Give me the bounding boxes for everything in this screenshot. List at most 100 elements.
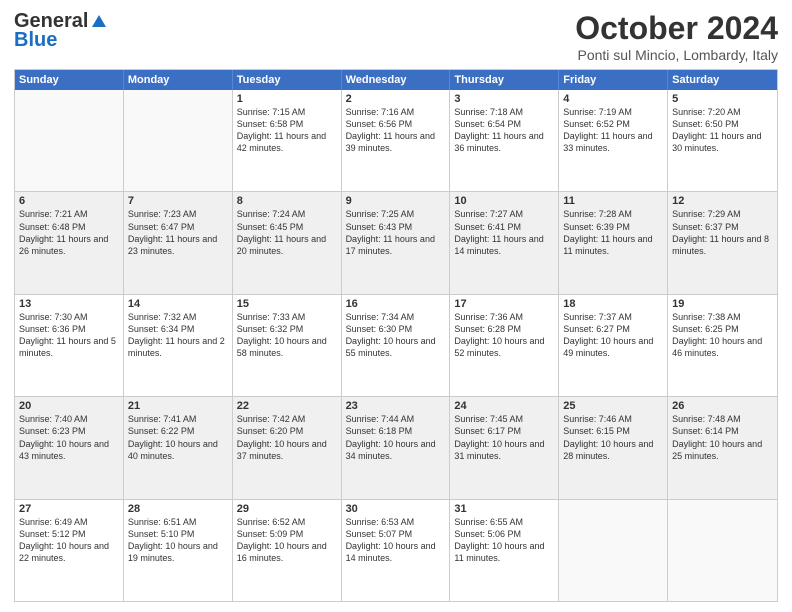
day-cell-row1-col5: 3Sunrise: 7:18 AMSunset: 6:54 PMDaylight… bbox=[450, 90, 559, 191]
day-cell-row3-col4: 16Sunrise: 7:34 AMSunset: 6:30 PMDayligh… bbox=[342, 295, 451, 396]
day-cell-row4-col5: 24Sunrise: 7:45 AMSunset: 6:17 PMDayligh… bbox=[450, 397, 559, 498]
day-info: Sunrise: 7:16 AMSunset: 6:56 PMDaylight:… bbox=[346, 106, 446, 155]
day-cell-row4-col2: 21Sunrise: 7:41 AMSunset: 6:22 PMDayligh… bbox=[124, 397, 233, 498]
day-info: Sunrise: 7:33 AMSunset: 6:32 PMDaylight:… bbox=[237, 311, 337, 360]
day-info: Sunrise: 6:53 AMSunset: 5:07 PMDaylight:… bbox=[346, 516, 446, 565]
col-header-monday: Monday bbox=[124, 70, 233, 90]
day-info: Sunrise: 6:49 AMSunset: 5:12 PMDaylight:… bbox=[19, 516, 119, 565]
day-info: Sunrise: 7:23 AMSunset: 6:47 PMDaylight:… bbox=[128, 208, 228, 257]
day-info: Sunrise: 7:37 AMSunset: 6:27 PMDaylight:… bbox=[563, 311, 663, 360]
day-info: Sunrise: 7:38 AMSunset: 6:25 PMDaylight:… bbox=[672, 311, 773, 360]
day-number: 17 bbox=[454, 298, 554, 310]
day-cell-row5-col2: 28Sunrise: 6:51 AMSunset: 5:10 PMDayligh… bbox=[124, 500, 233, 601]
day-number: 14 bbox=[128, 298, 228, 310]
day-info: Sunrise: 7:34 AMSunset: 6:30 PMDaylight:… bbox=[346, 311, 446, 360]
day-info: Sunrise: 7:40 AMSunset: 6:23 PMDaylight:… bbox=[19, 413, 119, 462]
day-number: 23 bbox=[346, 400, 446, 412]
day-info: Sunrise: 7:20 AMSunset: 6:50 PMDaylight:… bbox=[672, 106, 773, 155]
day-cell-row1-col6: 4Sunrise: 7:19 AMSunset: 6:52 PMDaylight… bbox=[559, 90, 668, 191]
day-cell-row1-col3: 1Sunrise: 7:15 AMSunset: 6:58 PMDaylight… bbox=[233, 90, 342, 191]
col-header-friday: Friday bbox=[559, 70, 668, 90]
day-number: 12 bbox=[672, 195, 773, 207]
calendar-row-1: 1Sunrise: 7:15 AMSunset: 6:58 PMDaylight… bbox=[15, 90, 777, 192]
day-number: 26 bbox=[672, 400, 773, 412]
day-cell-row4-col1: 20Sunrise: 7:40 AMSunset: 6:23 PMDayligh… bbox=[15, 397, 124, 498]
day-number: 24 bbox=[454, 400, 554, 412]
day-number: 10 bbox=[454, 195, 554, 207]
day-cell-row2-col6: 11Sunrise: 7:28 AMSunset: 6:39 PMDayligh… bbox=[559, 192, 668, 293]
day-info: Sunrise: 7:15 AMSunset: 6:58 PMDaylight:… bbox=[237, 106, 337, 155]
page: General Blue October 2024 Ponti sul Minc… bbox=[0, 0, 792, 612]
day-info: Sunrise: 7:32 AMSunset: 6:34 PMDaylight:… bbox=[128, 311, 228, 360]
day-number: 3 bbox=[454, 93, 554, 105]
day-cell-row1-col4: 2Sunrise: 7:16 AMSunset: 6:56 PMDaylight… bbox=[342, 90, 451, 191]
day-cell-row2-col2: 7Sunrise: 7:23 AMSunset: 6:47 PMDaylight… bbox=[124, 192, 233, 293]
day-info: Sunrise: 7:25 AMSunset: 6:43 PMDaylight:… bbox=[346, 208, 446, 257]
day-info: Sunrise: 7:36 AMSunset: 6:28 PMDaylight:… bbox=[454, 311, 554, 360]
day-number: 15 bbox=[237, 298, 337, 310]
day-number: 5 bbox=[672, 93, 773, 105]
day-cell-row3-col3: 15Sunrise: 7:33 AMSunset: 6:32 PMDayligh… bbox=[233, 295, 342, 396]
calendar-header: SundayMondayTuesdayWednesdayThursdayFrid… bbox=[15, 70, 777, 90]
day-number: 9 bbox=[346, 195, 446, 207]
col-header-sunday: Sunday bbox=[15, 70, 124, 90]
day-info: Sunrise: 6:55 AMSunset: 5:06 PMDaylight:… bbox=[454, 516, 554, 565]
day-info: Sunrise: 7:44 AMSunset: 6:18 PMDaylight:… bbox=[346, 413, 446, 462]
day-number: 11 bbox=[563, 195, 663, 207]
day-info: Sunrise: 7:29 AMSunset: 6:37 PMDaylight:… bbox=[672, 208, 773, 257]
day-cell-row5-col4: 30Sunrise: 6:53 AMSunset: 5:07 PMDayligh… bbox=[342, 500, 451, 601]
day-number: 7 bbox=[128, 195, 228, 207]
calendar-row-2: 6Sunrise: 7:21 AMSunset: 6:48 PMDaylight… bbox=[15, 192, 777, 294]
day-number: 21 bbox=[128, 400, 228, 412]
calendar: SundayMondayTuesdayWednesdayThursdayFrid… bbox=[14, 69, 778, 602]
day-number: 22 bbox=[237, 400, 337, 412]
day-cell-row3-col7: 19Sunrise: 7:38 AMSunset: 6:25 PMDayligh… bbox=[668, 295, 777, 396]
logo-icon bbox=[90, 13, 108, 31]
col-header-wednesday: Wednesday bbox=[342, 70, 451, 90]
day-info: Sunrise: 7:21 AMSunset: 6:48 PMDaylight:… bbox=[19, 208, 119, 257]
day-info: Sunrise: 7:42 AMSunset: 6:20 PMDaylight:… bbox=[237, 413, 337, 462]
day-cell-row4-col6: 25Sunrise: 7:46 AMSunset: 6:15 PMDayligh… bbox=[559, 397, 668, 498]
day-cell-row5-col3: 29Sunrise: 6:52 AMSunset: 5:09 PMDayligh… bbox=[233, 500, 342, 601]
day-number: 13 bbox=[19, 298, 119, 310]
day-info: Sunrise: 7:24 AMSunset: 6:45 PMDaylight:… bbox=[237, 208, 337, 257]
day-number: 2 bbox=[346, 93, 446, 105]
day-number: 8 bbox=[237, 195, 337, 207]
location-title: Ponti sul Mincio, Lombardy, Italy bbox=[575, 47, 778, 63]
day-cell-row5-col7 bbox=[668, 500, 777, 601]
day-cell-row2-col3: 8Sunrise: 7:24 AMSunset: 6:45 PMDaylight… bbox=[233, 192, 342, 293]
calendar-row-5: 27Sunrise: 6:49 AMSunset: 5:12 PMDayligh… bbox=[15, 500, 777, 601]
day-cell-row2-col1: 6Sunrise: 7:21 AMSunset: 6:48 PMDaylight… bbox=[15, 192, 124, 293]
day-number: 25 bbox=[563, 400, 663, 412]
day-cell-row1-col2 bbox=[124, 90, 233, 191]
day-number: 29 bbox=[237, 503, 337, 515]
day-number: 4 bbox=[563, 93, 663, 105]
day-number: 27 bbox=[19, 503, 119, 515]
day-info: Sunrise: 7:45 AMSunset: 6:17 PMDaylight:… bbox=[454, 413, 554, 462]
month-title: October 2024 bbox=[575, 10, 778, 47]
day-cell-row3-col6: 18Sunrise: 7:37 AMSunset: 6:27 PMDayligh… bbox=[559, 295, 668, 396]
day-cell-row5-col5: 31Sunrise: 6:55 AMSunset: 5:06 PMDayligh… bbox=[450, 500, 559, 601]
day-cell-row2-col5: 10Sunrise: 7:27 AMSunset: 6:41 PMDayligh… bbox=[450, 192, 559, 293]
calendar-row-3: 13Sunrise: 7:30 AMSunset: 6:36 PMDayligh… bbox=[15, 295, 777, 397]
day-cell-row3-col5: 17Sunrise: 7:36 AMSunset: 6:28 PMDayligh… bbox=[450, 295, 559, 396]
logo: General Blue bbox=[14, 10, 108, 52]
day-cell-row2-col4: 9Sunrise: 7:25 AMSunset: 6:43 PMDaylight… bbox=[342, 192, 451, 293]
day-number: 1 bbox=[237, 93, 337, 105]
col-header-saturday: Saturday bbox=[668, 70, 777, 90]
day-info: Sunrise: 7:48 AMSunset: 6:14 PMDaylight:… bbox=[672, 413, 773, 462]
header: General Blue October 2024 Ponti sul Minc… bbox=[14, 10, 778, 63]
day-cell-row2-col7: 12Sunrise: 7:29 AMSunset: 6:37 PMDayligh… bbox=[668, 192, 777, 293]
col-header-thursday: Thursday bbox=[450, 70, 559, 90]
day-info: Sunrise: 7:19 AMSunset: 6:52 PMDaylight:… bbox=[563, 106, 663, 155]
day-info: Sunrise: 7:41 AMSunset: 6:22 PMDaylight:… bbox=[128, 413, 228, 462]
day-number: 31 bbox=[454, 503, 554, 515]
day-number: 20 bbox=[19, 400, 119, 412]
col-header-tuesday: Tuesday bbox=[233, 70, 342, 90]
day-info: Sunrise: 6:51 AMSunset: 5:10 PMDaylight:… bbox=[128, 516, 228, 565]
day-number: 28 bbox=[128, 503, 228, 515]
day-cell-row4-col4: 23Sunrise: 7:44 AMSunset: 6:18 PMDayligh… bbox=[342, 397, 451, 498]
day-cell-row5-col1: 27Sunrise: 6:49 AMSunset: 5:12 PMDayligh… bbox=[15, 500, 124, 601]
day-cell-row3-col1: 13Sunrise: 7:30 AMSunset: 6:36 PMDayligh… bbox=[15, 295, 124, 396]
day-info: Sunrise: 7:28 AMSunset: 6:39 PMDaylight:… bbox=[563, 208, 663, 257]
